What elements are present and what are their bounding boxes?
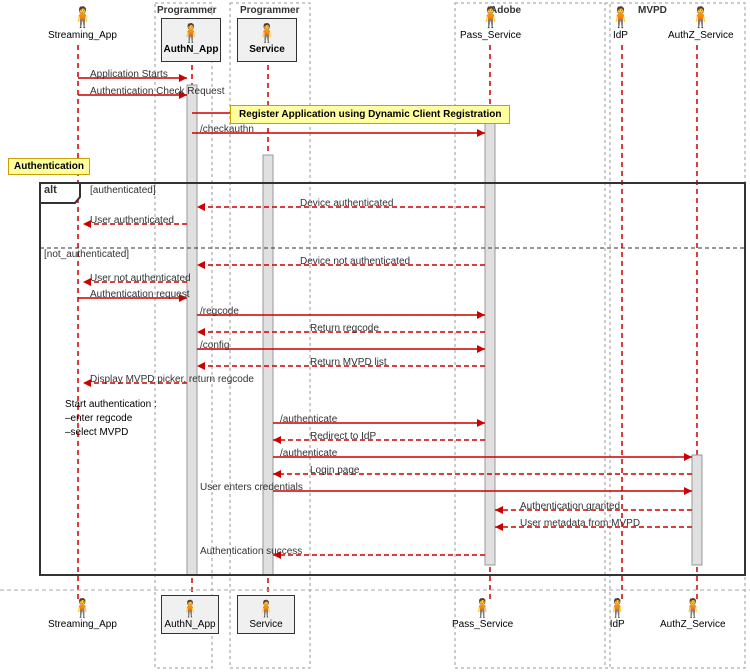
- authz-service-icon: 🧍: [688, 8, 713, 28]
- actor-pass-service: 🧍 Pass_Service: [460, 8, 521, 41]
- msg-redirect-idp: Redirect to IdP: [310, 431, 376, 442]
- streaming-app-label: Streaming_App: [48, 30, 117, 41]
- service-icon: 🧍: [256, 23, 278, 44]
- idp-label: IdP: [613, 30, 628, 41]
- bottom-authz-icon: 🧍: [682, 598, 704, 619]
- bottom-actor-streaming-app: 🧍 Streaming_App: [48, 598, 117, 630]
- msg-auth-check: Authentication Check Request: [90, 86, 225, 97]
- msg-user-authed: User authenticated: [90, 215, 174, 226]
- alt-guard-1: [authenticated]: [90, 185, 156, 196]
- authz-service-label: AuthZ_Service: [668, 30, 734, 41]
- programmer-group-1-label: Programmer: [157, 5, 216, 16]
- msg-return-mvpd: Return MVPD list: [310, 357, 387, 368]
- bottom-actor-pass-service: 🧍 Pass_Service: [452, 598, 513, 630]
- actor-authz-service: 🧍 AuthZ_Service: [668, 8, 734, 41]
- authn-app-icon: 🧍: [180, 23, 202, 44]
- bottom-authn-icon: 🧍: [180, 599, 200, 619]
- pass-service-icon: 🧍: [478, 8, 503, 28]
- streaming-app-icon: 🧍: [70, 8, 95, 28]
- msg-checkauthn: /checkauthn: [200, 124, 254, 135]
- msg-auth-request: Authentication request: [90, 289, 190, 300]
- service-label: Service: [249, 44, 285, 55]
- msg-start-auth: Start authentication :–enter regcode–sel…: [65, 398, 157, 440]
- service-box: 🧍 Service: [237, 18, 297, 62]
- msg-login-page: Login page: [310, 465, 360, 476]
- msg-authenticate-1: /authenticate: [280, 414, 337, 425]
- msg-user-not-authed: User not authenticated: [90, 273, 191, 284]
- msg-return-regcode: Return regcode: [310, 323, 379, 334]
- bottom-streaming-icon: 🧍: [71, 598, 93, 619]
- bottom-pass-icon: 🧍: [471, 598, 493, 619]
- bottom-idp-label: IdP: [610, 619, 625, 630]
- bottom-service-label: Service: [249, 619, 282, 630]
- bottom-authn-label: AuthN_App: [164, 619, 215, 630]
- authn-app-box: 🧍 AuthN_App: [161, 18, 221, 62]
- note-register-app: Register Application using Dynamic Clien…: [230, 105, 510, 124]
- sequence-diagram: 🧍 Streaming_App Programmer 🧍 AuthN_App P…: [0, 0, 750, 672]
- bottom-streaming-label: Streaming_App: [48, 619, 117, 630]
- bottom-actor-authz-service: 🧍 AuthZ_Service: [660, 598, 726, 630]
- mvpd-group-label: MVPD: [638, 5, 667, 16]
- pass-service-label: Pass_Service: [460, 30, 521, 41]
- arrows-overlay: [0, 0, 750, 672]
- bottom-service-icon: 🧍: [256, 599, 276, 619]
- authn-app-label: AuthN_App: [164, 44, 219, 55]
- actor-idp: 🧍 IdP: [608, 8, 633, 41]
- bottom-idp-icon: 🧍: [606, 598, 628, 619]
- bottom-authn-app: 🧍 AuthN_App: [161, 595, 219, 634]
- authentication-note: Authentication: [8, 158, 90, 175]
- msg-user-metadata: User metadata from MVPD: [520, 518, 640, 529]
- bottom-authz-label: AuthZ_Service: [660, 619, 726, 630]
- bottom-pass-label: Pass_Service: [452, 619, 513, 630]
- msg-app-starts: Application Starts: [90, 69, 168, 80]
- msg-authenticate-2: /authenticate: [280, 448, 337, 459]
- actor-streaming-app: 🧍 Streaming_App: [48, 8, 117, 41]
- msg-regcode: /regcode: [200, 306, 239, 317]
- msg-config: /config: [200, 340, 229, 351]
- idp-icon: 🧍: [608, 8, 633, 28]
- alt-guard-2: [not_authenticated]: [44, 249, 129, 260]
- msg-auth-success: Authentication success: [200, 546, 302, 557]
- bottom-actor-idp: 🧍 IdP: [606, 598, 628, 630]
- msg-display-mvpd: Display MVPD picker, return regcode: [90, 374, 254, 385]
- programmer-group-2-label: Programmer: [240, 5, 299, 16]
- alt-fragment-label: alt: [44, 184, 57, 196]
- msg-user-creds: User enters credentials: [200, 482, 303, 493]
- msg-device-authed: Device authenticated: [300, 198, 393, 209]
- msg-device-not-authed: Device not authenticated: [300, 256, 410, 267]
- bottom-service: 🧍 Service: [237, 595, 295, 634]
- msg-auth-granted: Authentication granted: [520, 501, 620, 512]
